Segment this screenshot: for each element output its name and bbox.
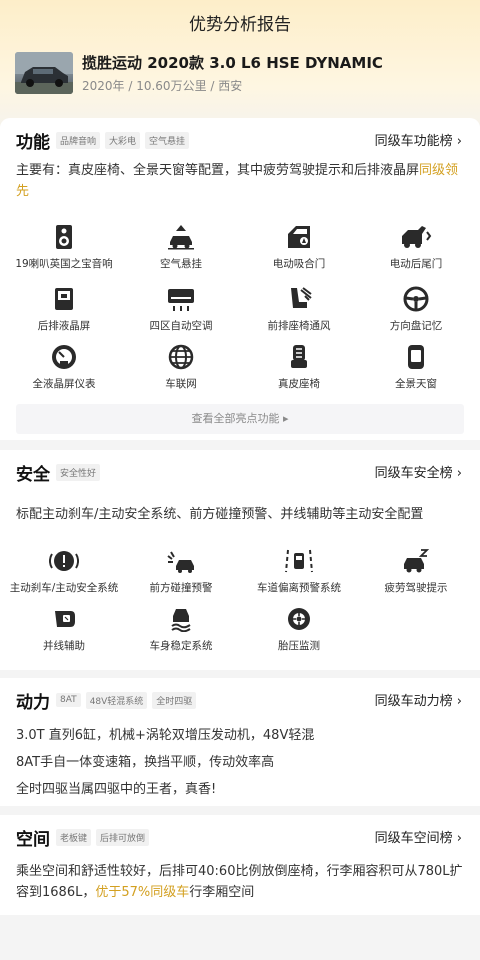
feature-label: 四区自动空调 xyxy=(149,320,213,332)
feature-item[interactable]: 胎压监测 xyxy=(243,606,355,653)
view-all-features-button[interactable]: 查看全部亮点功能 ▸ xyxy=(16,404,464,434)
feature-item[interactable]: 真皮座椅 xyxy=(243,344,355,391)
tag: 后排可放倒 xyxy=(96,828,150,846)
car-title: 揽胜运动 2020款 3.0 L6 HSE DYNAMIC xyxy=(82,54,383,72)
feature-label: 主动刹车/主动安全系统 xyxy=(9,582,119,594)
collision-warning-icon xyxy=(167,551,194,573)
sunroof-icon xyxy=(408,345,424,369)
feature-label: 后排液晶屏 xyxy=(37,320,91,332)
tailgate-icon xyxy=(402,226,432,248)
space-desc-highlight: 优于57%同级车 xyxy=(95,885,190,900)
space-rank-link[interactable]: 同级车空间榜 › xyxy=(375,827,462,846)
brake-icon xyxy=(49,551,79,571)
feature-label: 全液晶屏仪表 xyxy=(32,378,96,390)
tag: 48V轻混系统 xyxy=(85,691,148,709)
feature-item[interactable]: 后排液晶屏 xyxy=(8,286,120,333)
space-description: 乘坐空间和舒适性较好，后排可40:60比例放倒座椅，行李厢容积可从780L扩容到… xyxy=(16,861,464,903)
seat-ventilation-icon xyxy=(291,287,312,308)
feature-item[interactable]: 全景天窗 xyxy=(360,344,472,391)
function-desc-text: 主要有：真皮座椅、全景天窗等配置，其中疲劳驾驶提示和后排液晶屏 xyxy=(16,163,420,178)
feature-item[interactable]: 四区自动空调 xyxy=(125,286,237,333)
safety-description: 标配主动刹车/主动安全系统、前方碰撞预警、并线辅助等主动安全配置 xyxy=(16,507,424,522)
power-line: 全时四驱当属四驱中的王者，真香! xyxy=(16,782,217,797)
safety-header: 安全 安全性好 xyxy=(16,460,105,485)
space-desc-suffix: 行李厢空间 xyxy=(189,885,255,900)
speaker-icon xyxy=(56,225,72,249)
feature-label: 车道偏离预警系统 xyxy=(257,582,341,594)
tag: 安全性好 xyxy=(56,463,101,481)
section-title: 空间 xyxy=(16,829,50,850)
power-rank-link[interactable]: 同级车动力榜 › xyxy=(375,690,462,709)
air-conditioner-icon xyxy=(168,289,194,311)
space-card: 空间 老板键 后排可放倒 同级车空间榜 › 乘坐空间和舒适性较好，后排可40:6… xyxy=(0,815,480,915)
lcd-gauge-icon xyxy=(52,345,76,369)
feature-item[interactable]: 主动刹车/主动安全系统 xyxy=(8,548,120,595)
power-card: 动力 8AT 48V轻混系统 全时四驱 同级车动力榜 › 3.0T 直列6缸，机… xyxy=(0,678,480,806)
feature-item[interactable]: 车身稳定系统 xyxy=(125,606,237,653)
power-line: 3.0T 直列6缸，机械+涡轮双增压发动机，48V轻混 xyxy=(16,728,315,743)
feature-item[interactable]: 全液晶屏仪表 xyxy=(8,344,120,391)
feature-label: 全景天窗 xyxy=(395,378,437,390)
rear-screen-icon xyxy=(55,288,73,310)
lane-departure-icon xyxy=(285,549,313,573)
feature-item[interactable]: 电动后尾门 xyxy=(360,224,472,271)
feature-label: 空气悬挂 xyxy=(160,258,202,270)
feature-label: 胎压监测 xyxy=(278,640,320,652)
feature-item[interactable]: 电动吸合门 xyxy=(243,224,355,271)
feature-item[interactable]: 车联网 xyxy=(125,344,237,391)
feature-item[interactable]: 前排座椅通风 xyxy=(243,286,355,333)
section-title: 动力 xyxy=(16,692,50,713)
function-header: 功能 品牌音响 大彩电 空气悬挂 xyxy=(16,128,194,153)
function-card: 功能 品牌音响 大彩电 空气悬挂 同级车功能榜 › 主要有：真皮座椅、全景天窗等… xyxy=(0,118,480,440)
feature-label: 车联网 xyxy=(165,378,197,390)
feature-item[interactable]: 方向盘记忆 xyxy=(360,286,472,333)
feature-item[interactable]: 并线辅助 xyxy=(8,606,120,653)
feature-label: 电动后尾门 xyxy=(389,258,443,270)
feature-item[interactable]: 车道偏离预警系统 xyxy=(243,548,355,595)
feature-label: 真皮座椅 xyxy=(278,378,320,390)
function-description: 主要有：真皮座椅、全景天窗等配置，其中疲劳驾驶提示和后排液晶屏同级领先 xyxy=(16,160,464,202)
tag: 品牌音响 xyxy=(56,131,101,149)
safety-rank-link[interactable]: 同级车安全榜 › xyxy=(375,462,462,481)
power-line: 8AT手自一体变速箱，换挡平顺，传动效率高 xyxy=(16,755,275,770)
power-header: 动力 8AT 48V轻混系统 全时四驱 xyxy=(16,688,201,713)
feature-item[interactable]: 前方碰撞预警 xyxy=(125,548,237,595)
globe-icon xyxy=(168,344,194,370)
feature-item[interactable]: 19喇叭英国之宝音响 xyxy=(8,224,120,271)
function-rank-link[interactable]: 同级车功能榜 › xyxy=(375,130,462,149)
feature-label: 前排座椅通风 xyxy=(267,320,331,332)
air-suspension-icon xyxy=(168,225,194,250)
tag: 全时四驱 xyxy=(152,691,197,709)
feature-item[interactable]: 空气悬挂 xyxy=(125,224,237,271)
steering-wheel-icon xyxy=(403,286,429,312)
fatigue-icon xyxy=(404,549,430,573)
car-thumbnail xyxy=(15,52,73,94)
section-title: 功能 xyxy=(16,132,50,153)
tag: 老板键 xyxy=(56,828,92,846)
tag: 大彩电 xyxy=(105,131,141,149)
door-icon xyxy=(288,226,310,248)
feature-label: 19喇叭英国之宝音响 xyxy=(15,258,113,270)
feature-label: 前方碰撞预警 xyxy=(149,582,213,594)
tag: 空气悬挂 xyxy=(145,131,190,149)
feature-label: 电动吸合门 xyxy=(272,258,326,270)
feature-item[interactable]: 疲劳驾驶提示 xyxy=(360,548,472,595)
section-title: 安全 xyxy=(16,464,50,485)
car-meta: 2020年 / 10.60万公里 / 西安 xyxy=(82,79,243,93)
stability-icon xyxy=(171,609,191,632)
feature-label: 疲劳驾驶提示 xyxy=(384,582,448,594)
mirror-icon xyxy=(55,611,75,627)
tag: 8AT xyxy=(56,693,81,707)
report-header: 优势分析报告 揽胜运动 2020款 3.0 L6 HSE DYNAMIC 202… xyxy=(0,0,480,125)
space-header: 空间 老板键 后排可放倒 xyxy=(16,825,154,850)
leather-seat-icon xyxy=(291,345,307,368)
tire-icon xyxy=(288,608,310,630)
feature-label: 车身稳定系统 xyxy=(149,640,213,652)
safety-card: 安全 安全性好 同级车安全榜 › 标配主动刹车/主动安全系统、前方碰撞预警、并线… xyxy=(0,450,480,670)
feature-label: 方向盘记忆 xyxy=(389,320,443,332)
page-title: 优势分析报告 xyxy=(189,15,291,35)
feature-label: 并线辅助 xyxy=(43,640,85,652)
